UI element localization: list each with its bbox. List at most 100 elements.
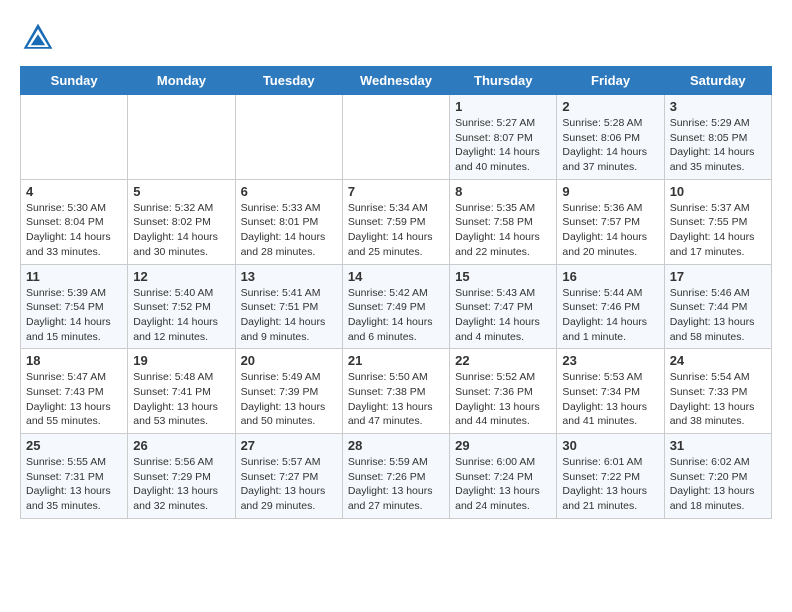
day-info: Sunrise: 5:42 AM Sunset: 7:49 PM Dayligh… xyxy=(348,286,444,345)
day-info: Sunrise: 5:41 AM Sunset: 7:51 PM Dayligh… xyxy=(241,286,337,345)
calendar-day-10: 10 Sunrise: 5:37 AM Sunset: 7:55 PM Dayli… xyxy=(664,179,771,264)
day-info: Sunrise: 5:46 AM Sunset: 7:44 PM Dayligh… xyxy=(670,286,766,345)
calendar-day-17: 17 Sunrise: 5:46 AM Sunset: 7:44 PM Dayli… xyxy=(664,264,771,349)
calendar-empty-cell xyxy=(235,95,342,180)
weekday-header-monday: Monday xyxy=(128,67,235,95)
day-info: Sunrise: 5:30 AM Sunset: 8:04 PM Dayligh… xyxy=(26,201,122,260)
day-number: 13 xyxy=(241,269,337,284)
day-number: 30 xyxy=(562,438,658,453)
day-info: Sunrise: 5:44 AM Sunset: 7:46 PM Dayligh… xyxy=(562,286,658,345)
calendar-day-7: 7Sunrise: 5:34 AM Sunset: 7:59 PM Daylig… xyxy=(342,179,449,264)
day-number: 17 xyxy=(670,269,766,284)
day-info: Sunrise: 6:00 AM Sunset: 7:24 PM Dayligh… xyxy=(455,455,551,514)
weekday-header-friday: Friday xyxy=(557,67,664,95)
day-number: 29 xyxy=(455,438,551,453)
day-number: 1 xyxy=(455,99,551,114)
day-number: 10 xyxy=(670,184,766,199)
day-number: 9 xyxy=(562,184,658,199)
day-info: Sunrise: 5:29 AM Sunset: 8:05 PM Dayligh… xyxy=(670,116,766,175)
day-info: Sunrise: 5:40 AM Sunset: 7:52 PM Dayligh… xyxy=(133,286,229,345)
weekday-header-tuesday: Tuesday xyxy=(235,67,342,95)
calendar-day-23: 23 Sunrise: 5:53 AM Sunset: 7:34 PM Dayli… xyxy=(557,349,664,434)
day-number: 22 xyxy=(455,353,551,368)
day-info: Sunrise: 5:53 AM Sunset: 7:34 PM Dayligh… xyxy=(562,370,658,429)
calendar-day-1: 1Sunrise: 5:27 AM Sunset: 8:07 PM Daylig… xyxy=(450,95,557,180)
calendar-day-2: 2 Sunrise: 5:28 AM Sunset: 8:06 PM Daylig… xyxy=(557,95,664,180)
calendar-empty-cell xyxy=(21,95,128,180)
day-number: 7 xyxy=(348,184,444,199)
day-info: Sunrise: 6:02 AM Sunset: 7:20 PM Dayligh… xyxy=(670,455,766,514)
calendar-table: SundayMondayTuesdayWednesdayThursdayFrid… xyxy=(20,66,772,519)
calendar-day-28: 28 Sunrise: 5:59 AM Sunset: 7:26 PM Dayli… xyxy=(342,434,449,519)
calendar-week-row: 1Sunrise: 5:27 AM Sunset: 8:07 PM Daylig… xyxy=(21,95,772,180)
day-number: 23 xyxy=(562,353,658,368)
day-info: Sunrise: 5:37 AM Sunset: 7:55 PM Dayligh… xyxy=(670,201,766,260)
day-number: 19 xyxy=(133,353,229,368)
day-info: Sunrise: 5:50 AM Sunset: 7:38 PM Dayligh… xyxy=(348,370,444,429)
logo-icon xyxy=(20,20,56,56)
day-number: 26 xyxy=(133,438,229,453)
day-info: Sunrise: 5:49 AM Sunset: 7:39 PM Dayligh… xyxy=(241,370,337,429)
day-info: Sunrise: 5:57 AM Sunset: 7:27 PM Dayligh… xyxy=(241,455,337,514)
calendar-day-25: 25 Sunrise: 5:55 AM Sunset: 7:31 PM Dayli… xyxy=(21,434,128,519)
day-info: Sunrise: 5:47 AM Sunset: 7:43 PM Dayligh… xyxy=(26,370,122,429)
day-number: 28 xyxy=(348,438,444,453)
calendar-week-row: 11 Sunrise: 5:39 AM Sunset: 7:54 PM Dayli… xyxy=(21,264,772,349)
calendar-empty-cell xyxy=(342,95,449,180)
day-number: 25 xyxy=(26,438,122,453)
calendar-day-11: 11 Sunrise: 5:39 AM Sunset: 7:54 PM Dayli… xyxy=(21,264,128,349)
day-number: 24 xyxy=(670,353,766,368)
day-number: 2 xyxy=(562,99,658,114)
weekday-header-sunday: Sunday xyxy=(21,67,128,95)
calendar-day-16: 16 Sunrise: 5:44 AM Sunset: 7:46 PM Dayli… xyxy=(557,264,664,349)
calendar-empty-cell xyxy=(128,95,235,180)
day-number: 12 xyxy=(133,269,229,284)
day-info: Sunrise: 5:43 AM Sunset: 7:47 PM Dayligh… xyxy=(455,286,551,345)
calendar-header-row: SundayMondayTuesdayWednesdayThursdayFrid… xyxy=(21,67,772,95)
day-info: Sunrise: 5:55 AM Sunset: 7:31 PM Dayligh… xyxy=(26,455,122,514)
day-number: 4 xyxy=(26,184,122,199)
day-info: Sunrise: 5:59 AM Sunset: 7:26 PM Dayligh… xyxy=(348,455,444,514)
calendar-day-18: 18 Sunrise: 5:47 AM Sunset: 7:43 PM Dayli… xyxy=(21,349,128,434)
day-number: 5 xyxy=(133,184,229,199)
calendar-day-27: 27 Sunrise: 5:57 AM Sunset: 7:27 PM Dayli… xyxy=(235,434,342,519)
day-info: Sunrise: 5:48 AM Sunset: 7:41 PM Dayligh… xyxy=(133,370,229,429)
calendar-day-26: 26 Sunrise: 5:56 AM Sunset: 7:29 PM Dayli… xyxy=(128,434,235,519)
day-number: 8 xyxy=(455,184,551,199)
day-info: Sunrise: 6:01 AM Sunset: 7:22 PM Dayligh… xyxy=(562,455,658,514)
weekday-header-saturday: Saturday xyxy=(664,67,771,95)
calendar-day-12: 12 Sunrise: 5:40 AM Sunset: 7:52 PM Dayli… xyxy=(128,264,235,349)
calendar-day-9: 9 Sunrise: 5:36 AM Sunset: 7:57 PM Daylig… xyxy=(557,179,664,264)
day-number: 27 xyxy=(241,438,337,453)
day-number: 16 xyxy=(562,269,658,284)
weekday-header-wednesday: Wednesday xyxy=(342,67,449,95)
logo xyxy=(20,20,62,56)
day-info: Sunrise: 5:28 AM Sunset: 8:06 PM Dayligh… xyxy=(562,116,658,175)
day-info: Sunrise: 5:54 AM Sunset: 7:33 PM Dayligh… xyxy=(670,370,766,429)
day-number: 15 xyxy=(455,269,551,284)
page-header xyxy=(20,20,772,56)
calendar-day-21: 21Sunrise: 5:50 AM Sunset: 7:38 PM Dayli… xyxy=(342,349,449,434)
calendar-day-14: 14Sunrise: 5:42 AM Sunset: 7:49 PM Dayli… xyxy=(342,264,449,349)
day-number: 11 xyxy=(26,269,122,284)
calendar-day-13: 13 Sunrise: 5:41 AM Sunset: 7:51 PM Dayli… xyxy=(235,264,342,349)
calendar-day-5: 5Sunrise: 5:32 AM Sunset: 8:02 PM Daylig… xyxy=(128,179,235,264)
calendar-day-6: 6 Sunrise: 5:33 AM Sunset: 8:01 PM Daylig… xyxy=(235,179,342,264)
calendar-day-4: 4 Sunrise: 5:30 AM Sunset: 8:04 PM Daylig… xyxy=(21,179,128,264)
calendar-day-3: 3 Sunrise: 5:29 AM Sunset: 8:05 PM Daylig… xyxy=(664,95,771,180)
day-info: Sunrise: 5:52 AM Sunset: 7:36 PM Dayligh… xyxy=(455,370,551,429)
day-info: Sunrise: 5:36 AM Sunset: 7:57 PM Dayligh… xyxy=(562,201,658,260)
day-info: Sunrise: 5:56 AM Sunset: 7:29 PM Dayligh… xyxy=(133,455,229,514)
calendar-day-30: 30 Sunrise: 6:01 AM Sunset: 7:22 PM Dayli… xyxy=(557,434,664,519)
day-number: 20 xyxy=(241,353,337,368)
day-info: Sunrise: 5:33 AM Sunset: 8:01 PM Dayligh… xyxy=(241,201,337,260)
calendar-day-29: 29 Sunrise: 6:00 AM Sunset: 7:24 PM Dayli… xyxy=(450,434,557,519)
calendar-day-31: 31Sunrise: 6:02 AM Sunset: 7:20 PM Dayli… xyxy=(664,434,771,519)
day-number: 3 xyxy=(670,99,766,114)
day-number: 6 xyxy=(241,184,337,199)
day-number: 18 xyxy=(26,353,122,368)
day-info: Sunrise: 5:39 AM Sunset: 7:54 PM Dayligh… xyxy=(26,286,122,345)
calendar-day-22: 22 Sunrise: 5:52 AM Sunset: 7:36 PM Dayli… xyxy=(450,349,557,434)
calendar-day-24: 24 Sunrise: 5:54 AM Sunset: 7:33 PM Dayli… xyxy=(664,349,771,434)
calendar-day-19: 19 Sunrise: 5:48 AM Sunset: 7:41 PM Dayli… xyxy=(128,349,235,434)
